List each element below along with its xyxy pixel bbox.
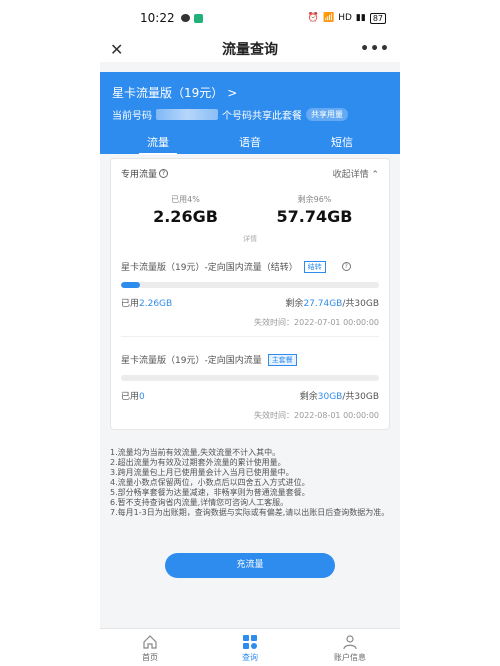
close-icon[interactable]: ✕ bbox=[110, 40, 130, 59]
usage-notes: 1.流量均为当前有效流量,失效流量不计入其中。 2.超出流量为有效及过期套外流量… bbox=[110, 448, 390, 518]
chevron-up-icon: ⌃ bbox=[371, 170, 379, 180]
note-line: 3.跨月流量包上月已使用量会计入当月已使用量中。 bbox=[110, 468, 294, 477]
usage-tabs: 流量 语音 短信 bbox=[112, 134, 388, 155]
plan-name: 星卡流量版（19元） bbox=[112, 86, 224, 100]
note-line: 7.每月1-3日为出账期，查询数据与实际或有偏差,请以出账日后查询数据为准。 bbox=[110, 508, 390, 517]
used-value: 2.26GB bbox=[153, 207, 218, 226]
details-label: 详情 bbox=[243, 235, 257, 243]
alarm-icon: ⏰ bbox=[307, 13, 319, 23]
wifi-icon: 📶 bbox=[322, 13, 335, 23]
progress-fill bbox=[121, 282, 141, 288]
usage-row: 已用0 剩余30GB/共30GB bbox=[121, 389, 379, 402]
question-icon[interactable]: ? bbox=[159, 169, 169, 178]
remain-summary: 剩余96% 57.74GB bbox=[250, 194, 379, 226]
help-icon[interactable]: ? bbox=[341, 262, 351, 271]
home-icon bbox=[143, 635, 157, 649]
usage-card: 专用流量 ? 收起详情 ⌃ 已用4% 2.26GB 剩余96% 57.74GB … bbox=[110, 158, 390, 430]
wechat-icon bbox=[180, 14, 190, 22]
number-label: 当前号码 bbox=[112, 111, 152, 122]
status-time: 10:22 bbox=[140, 11, 175, 25]
remain-text: 剩余30GB/共30GB bbox=[300, 389, 379, 402]
blurred-phone-number bbox=[156, 109, 218, 120]
nav-item-query[interactable]: 查询 bbox=[200, 629, 300, 666]
note-line: 5.部分畅享套餐为达量减速，非畅享则为普通流量套餐。 bbox=[110, 488, 310, 497]
remain-value: 57.74GB bbox=[276, 207, 353, 226]
expiry-time: 失效时间：2022-08-01 00:00:00 bbox=[254, 411, 379, 420]
used-percent-label: 已用4% bbox=[171, 195, 200, 204]
package-title: 星卡流量版（19元）-定向国内流量 bbox=[121, 356, 262, 366]
tab-data[interactable]: 流量 bbox=[139, 134, 177, 155]
package-item: 星卡流量版（19元）-定向国内流量（结转） 结转 ? 已用2.26GB 剩余27… bbox=[121, 260, 379, 328]
used-summary: 已用4% 2.26GB bbox=[121, 194, 250, 226]
remain-prefix: 剩余 bbox=[285, 299, 304, 309]
used-text: 已用0 bbox=[121, 389, 145, 402]
expiry-time: 失效时间：2022-07-01 00:00:00 bbox=[254, 318, 379, 327]
status-bar: 10:22 ⏰ 📶 HD ▮▮ 87 bbox=[100, 0, 400, 36]
note-line: 2.超出流量为有效及过期套外流量的累计使用量。 bbox=[110, 458, 286, 467]
user-icon bbox=[343, 635, 357, 650]
package-title-row: 星卡流量版（19元）-定向国内流量 主套餐 bbox=[121, 353, 379, 366]
remain-text: 剩余27.74GB/共30GB bbox=[285, 296, 379, 309]
plan-header: 星卡流量版（19元） > 当前号码 个号码共享此套餐 共享用量 流量 语音 短信 bbox=[100, 72, 400, 155]
chevron-right-icon: > bbox=[227, 85, 238, 100]
usage-progress-bar bbox=[121, 375, 379, 381]
note-line: 1.流量均为当前有效流量,失效流量不计入其中。 bbox=[110, 448, 281, 457]
divider bbox=[121, 336, 379, 337]
grid-icon bbox=[243, 635, 257, 649]
nav-label: 账户信息 bbox=[334, 653, 366, 662]
nav-label: 首页 bbox=[142, 653, 158, 662]
page-title: 流量查询 bbox=[222, 42, 278, 58]
card-head: 专用流量 ? 收起详情 ⌃ bbox=[121, 167, 379, 180]
carryover-badge: 结转 bbox=[303, 260, 326, 273]
card-title: 专用流量 bbox=[121, 170, 158, 180]
share-usage-button[interactable]: 共享用量 bbox=[306, 108, 348, 121]
main-plan-badge: 主套餐 bbox=[267, 353, 297, 366]
battery-icon: 87 bbox=[369, 12, 386, 24]
signal-icon: ▮▮ bbox=[355, 13, 366, 23]
remain-amount: 27.74GB bbox=[303, 299, 343, 309]
app-notification-icon bbox=[193, 13, 203, 23]
nav-item-account[interactable]: 账户信息 bbox=[300, 629, 400, 666]
share-note: 个号码共享此套餐 bbox=[222, 111, 302, 122]
package-item: 星卡流量版（19元）-定向国内流量 主套餐 已用0 剩余30GB/共30GB 失… bbox=[121, 353, 379, 421]
package-title-row: 星卡流量版（19元）-定向国内流量（结转） 结转 ? bbox=[121, 260, 379, 273]
nav-label: 查询 bbox=[242, 653, 258, 662]
usage-progress-bar bbox=[121, 282, 379, 288]
status-right: ⏰ 📶 HD ▮▮ 87 bbox=[307, 12, 386, 24]
remain-amount: 30GB bbox=[317, 392, 343, 402]
used-amount: 0 bbox=[139, 392, 145, 402]
nav-item-home[interactable]: 首页 bbox=[100, 629, 200, 666]
tab-voice[interactable]: 语音 bbox=[239, 134, 261, 155]
remain-percent-label: 剩余96% bbox=[297, 195, 332, 204]
note-line: 4.流量小数点保留两位，小数点后以四舍五入方式进位。 bbox=[110, 478, 310, 487]
nav-bar: ✕ 流量查询 ••• bbox=[100, 36, 400, 62]
package-title: 星卡流量版（19元）-定向国内流量（结转） bbox=[121, 263, 298, 273]
usage-row: 已用2.26GB 剩余27.74GB/共30GB bbox=[121, 296, 379, 309]
bottom-nav: 首页 查询 账户信息 bbox=[100, 628, 400, 666]
used-prefix: 已用 bbox=[121, 392, 140, 402]
used-text: 已用2.26GB bbox=[121, 296, 172, 309]
plan-line[interactable]: 星卡流量版（19元） > bbox=[112, 84, 388, 101]
collapse-details-button[interactable]: 收起详情 ⌃ bbox=[333, 167, 379, 180]
recharge-data-button[interactable]: 充流量 bbox=[165, 553, 335, 578]
usage-summary: 已用4% 2.26GB 剩余96% 57.74GB bbox=[121, 194, 379, 226]
number-line: 当前号码 个号码共享此套餐 共享用量 bbox=[112, 107, 388, 122]
used-amount: 2.26GB bbox=[139, 299, 173, 309]
phone-screen: 10:22 ⏰ 📶 HD ▮▮ 87 ✕ 流量查询 ••• 星卡流量版（19元）… bbox=[100, 0, 400, 666]
collapse-label: 收起详情 bbox=[332, 170, 369, 180]
signal-text: HD bbox=[338, 13, 352, 23]
used-prefix: 已用 bbox=[121, 299, 140, 309]
tab-sms[interactable]: 短信 bbox=[331, 134, 353, 155]
more-icon[interactable]: ••• bbox=[360, 41, 390, 57]
total-amount: /共30GB bbox=[342, 299, 379, 309]
remain-prefix: 剩余 bbox=[299, 392, 318, 402]
total-amount: /共30GB bbox=[342, 392, 379, 402]
note-line: 6.暂不支持查询省内流量,详情您可咨询人工客服。 bbox=[110, 498, 289, 507]
